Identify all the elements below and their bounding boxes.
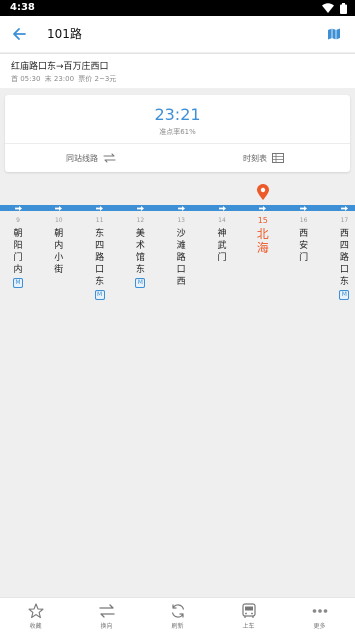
direction-arrow-icon xyxy=(259,205,267,211)
stop-number: 13 xyxy=(177,217,185,224)
stop-number: 15 xyxy=(257,216,268,225)
nav-board[interactable]: 上车 xyxy=(213,598,284,632)
bus-icon xyxy=(240,602,258,620)
direction-arrow-icon xyxy=(96,205,104,211)
stop-number: 17 xyxy=(340,217,349,224)
first-bus-time: 首 05:30 xyxy=(11,75,41,83)
stop-number: 11 xyxy=(95,217,104,224)
direction-arrow-icon xyxy=(218,205,226,211)
route-schedule: 首 05:30 末 23:00 票价 2~3元 xyxy=(11,74,118,84)
timetable-icon xyxy=(272,153,284,163)
status-bar: 4:38 xyxy=(0,0,355,16)
fare: 票价 2~3元 xyxy=(78,75,117,83)
swap-icon xyxy=(98,602,116,620)
direction-arrow-icon xyxy=(55,205,63,211)
nav-board-label: 上车 xyxy=(242,623,255,630)
stop-number: 16 xyxy=(299,217,308,224)
refresh-icon xyxy=(169,602,187,620)
bus-stop-current[interactable]: 15 北海 xyxy=(254,216,272,255)
nav-favorite[interactable]: 收藏 xyxy=(0,598,71,632)
timetable-label: 时刻表 xyxy=(243,153,267,163)
stop-number: 14 xyxy=(218,217,226,224)
stop-name: 朝阳门内 xyxy=(13,229,23,275)
arrival-time: 23:21 xyxy=(154,105,201,124)
timetable-button[interactable]: 时刻表 xyxy=(177,144,350,172)
star-icon xyxy=(27,602,45,620)
bus-stop[interactable]: 16 西安门 xyxy=(295,216,313,264)
arrival-card: 23:21 准点率61% 同站线路 时刻表 xyxy=(5,95,350,172)
metro-icon: M xyxy=(135,278,146,288)
route-title: 101路 xyxy=(47,27,82,41)
last-bus-time: 末 23:00 xyxy=(44,75,75,83)
status-time: 4:38 xyxy=(10,2,35,13)
metro-icon: M xyxy=(13,278,23,288)
direction-arrow-icon xyxy=(340,205,348,211)
location-pin-icon xyxy=(257,184,269,200)
metro-icon: M xyxy=(94,290,105,300)
map-button[interactable] xyxy=(324,24,344,44)
bus-stop[interactable]: 17 西四路口东 M xyxy=(335,216,353,300)
same-station-lines-button[interactable]: 同站线路 xyxy=(5,144,177,172)
on-time-rate: 准点率61% xyxy=(159,128,196,136)
bus-stop[interactable]: 14 神武门 xyxy=(213,216,231,264)
transfer-icon xyxy=(103,153,116,163)
bus-stop[interactable]: 12 美术馆东 M xyxy=(131,216,149,288)
stop-name: 沙滩路口西 xyxy=(176,229,186,287)
map-icon xyxy=(328,28,340,40)
direction-arrow-icon xyxy=(300,205,308,211)
bus-stop[interactable]: 10 朝内小街 xyxy=(50,216,68,276)
direction-arrow-icon xyxy=(177,205,185,211)
battery-icon xyxy=(340,2,347,14)
direction-arrow-icon xyxy=(14,205,22,211)
stop-name: 西四路口东 xyxy=(339,229,349,287)
nav-more[interactable]: 更多 xyxy=(284,598,355,632)
nav-more-label: 更多 xyxy=(313,623,326,630)
stop-number: 10 xyxy=(54,217,63,224)
route-direction: 红庙路口东→百万庄西口 xyxy=(11,62,109,72)
nav-refresh[interactable]: 刷新 xyxy=(142,598,213,632)
bus-stop[interactable]: 11 东四路口东 M xyxy=(91,216,109,300)
back-arrow-icon xyxy=(13,28,26,40)
metro-icon: M xyxy=(339,290,350,300)
app-bar: 101路 xyxy=(0,16,355,52)
wifi-icon xyxy=(322,3,334,13)
stop-name: 美术馆东 xyxy=(135,229,145,275)
same-station-lines-label: 同站线路 xyxy=(66,153,98,163)
bus-stop[interactable]: 9 朝阳门内 M xyxy=(9,216,27,288)
direction-arrow-icon xyxy=(136,205,144,211)
back-button[interactable] xyxy=(9,24,29,44)
bottom-nav: 收藏 换向 刷新 上车 更多 xyxy=(0,597,355,632)
status-icons xyxy=(322,2,347,14)
bus-stop[interactable]: 13 沙滩路口西 xyxy=(172,216,190,288)
nav-reverse-label: 换向 xyxy=(100,623,113,630)
stop-number: 9 xyxy=(16,217,20,224)
nav-favorite-label: 收藏 xyxy=(29,623,42,630)
stop-name: 西安门 xyxy=(299,229,309,263)
nav-reverse[interactable]: 换向 xyxy=(71,598,142,632)
stop-name: 东四路口东 xyxy=(95,229,105,287)
stop-name: 朝内小街 xyxy=(54,229,64,275)
route-info-panel: 红庙路口东→百万庄西口 首 05:30 末 23:00 票价 2~3元 xyxy=(0,53,355,88)
more-icon xyxy=(311,602,329,620)
stop-name: 北海 xyxy=(256,227,269,255)
stop-name: 神武门 xyxy=(217,229,227,263)
nav-refresh-label: 刷新 xyxy=(171,623,184,630)
stop-number: 12 xyxy=(136,217,145,224)
